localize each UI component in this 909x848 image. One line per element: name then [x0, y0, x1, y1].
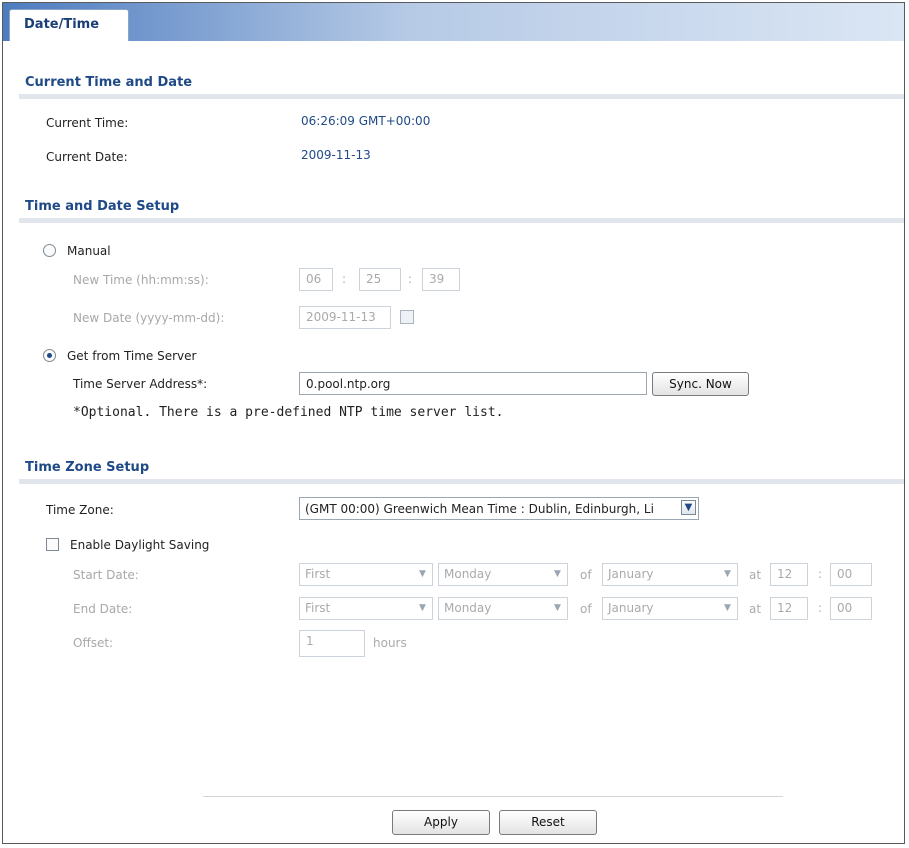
- end-weekday-value: Monday: [444, 601, 492, 615]
- at-label: at: [749, 568, 762, 582]
- section-divider: [19, 218, 904, 223]
- current-time-value: 06:26:09 GMT+00:00: [301, 114, 431, 128]
- offset-input[interactable]: 1: [299, 630, 365, 657]
- calendar-icon[interactable]: [400, 310, 414, 324]
- new-time-label: New Time (hh:mm:ss):: [73, 273, 209, 287]
- end-ordinal-value: First: [305, 601, 331, 615]
- of-label: of: [580, 568, 592, 582]
- chevron-down-icon[interactable]: ▼: [550, 567, 565, 582]
- start-hour-input[interactable]: 12: [770, 563, 808, 586]
- time-separator: :: [818, 567, 823, 581]
- new-date-label: New Date (yyyy-mm-dd):: [73, 311, 225, 325]
- time-zone-label: Time Zone:: [46, 503, 114, 517]
- end-weekday-select[interactable]: Monday ▼: [438, 597, 568, 620]
- chevron-down-icon[interactable]: ▼: [720, 601, 735, 616]
- footer-divider: [203, 796, 783, 797]
- tab-date-time[interactable]: Date/Time: [9, 9, 129, 41]
- at-label: at: [749, 602, 762, 616]
- start-month-select[interactable]: January ▼: [602, 563, 738, 586]
- new-time-minute-input[interactable]: 25: [359, 268, 401, 291]
- sync-now-button[interactable]: Sync. Now: [652, 372, 749, 396]
- reset-button[interactable]: Reset: [499, 810, 597, 835]
- section-divider: [19, 479, 904, 484]
- chevron-down-icon[interactable]: ▼: [720, 567, 735, 582]
- start-ordinal-value: First: [305, 567, 331, 581]
- section-divider: [19, 94, 904, 99]
- offset-label: Offset:: [73, 636, 114, 650]
- time-server-radio[interactable]: [43, 349, 56, 362]
- time-zone-select[interactable]: (GMT 00:00) Greenwich Mean Time : Dublin…: [299, 497, 699, 520]
- daylight-saving-checkbox[interactable]: [46, 538, 59, 551]
- start-weekday-value: Monday: [444, 567, 492, 581]
- chevron-down-icon[interactable]: ▼: [681, 500, 696, 515]
- hours-label: hours: [373, 636, 407, 650]
- time-separator: :: [408, 272, 413, 286]
- time-separator: :: [818, 601, 823, 615]
- apply-button[interactable]: Apply: [392, 810, 490, 835]
- end-month-value: January: [608, 601, 654, 615]
- chevron-down-icon[interactable]: ▼: [415, 567, 430, 582]
- start-month-value: January: [608, 567, 654, 581]
- current-date-label: Current Date:: [46, 150, 128, 164]
- end-ordinal-select[interactable]: First ▼: [299, 597, 433, 620]
- chevron-down-icon[interactable]: ▼: [415, 601, 430, 616]
- end-minute-input[interactable]: 00: [830, 597, 872, 620]
- new-date-input[interactable]: 2009-11-13: [299, 306, 391, 329]
- time-separator: :: [342, 272, 347, 286]
- start-ordinal-select[interactable]: First ▼: [299, 563, 433, 586]
- current-time-label: Current Time:: [46, 116, 129, 130]
- time-server-address-input[interactable]: 0.pool.ntp.org: [299, 372, 647, 395]
- start-date-label: Start Date:: [73, 568, 139, 582]
- end-month-select[interactable]: January ▼: [602, 597, 738, 620]
- end-hour-input[interactable]: 12: [770, 597, 808, 620]
- start-minute-input[interactable]: 00: [830, 563, 872, 586]
- current-date-value: 2009-11-13: [301, 148, 371, 162]
- section-setup-title: Time and Date Setup: [25, 199, 180, 214]
- end-date-label: End Date:: [73, 602, 133, 616]
- time-server-address-label: Time Server Address*:: [73, 377, 208, 391]
- chevron-down-icon[interactable]: ▼: [550, 601, 565, 616]
- new-time-second-input[interactable]: 39: [422, 268, 460, 291]
- tab-label: Date/Time: [24, 17, 100, 32]
- manual-radio[interactable]: [43, 244, 56, 257]
- section-current-title: Current Time and Date: [25, 75, 193, 90]
- of-label: of: [580, 602, 592, 616]
- daylight-saving-label: Enable Daylight Saving: [70, 538, 210, 552]
- tab-bar: Date/Time: [3, 3, 904, 41]
- date-time-panel: Date/Time Current Time and Date Current …: [2, 2, 905, 844]
- new-time-hour-input[interactable]: 06: [299, 268, 333, 291]
- section-timezone-title: Time Zone Setup: [25, 460, 150, 475]
- manual-label: Manual: [67, 244, 111, 258]
- time-server-label: Get from Time Server: [67, 349, 197, 363]
- time-zone-value: (GMT 00:00) Greenwich Mean Time : Dublin…: [305, 502, 654, 516]
- start-weekday-select[interactable]: Monday ▼: [438, 563, 568, 586]
- server-list-note: *Optional. There is a pre-defined NTP ti…: [73, 405, 504, 420]
